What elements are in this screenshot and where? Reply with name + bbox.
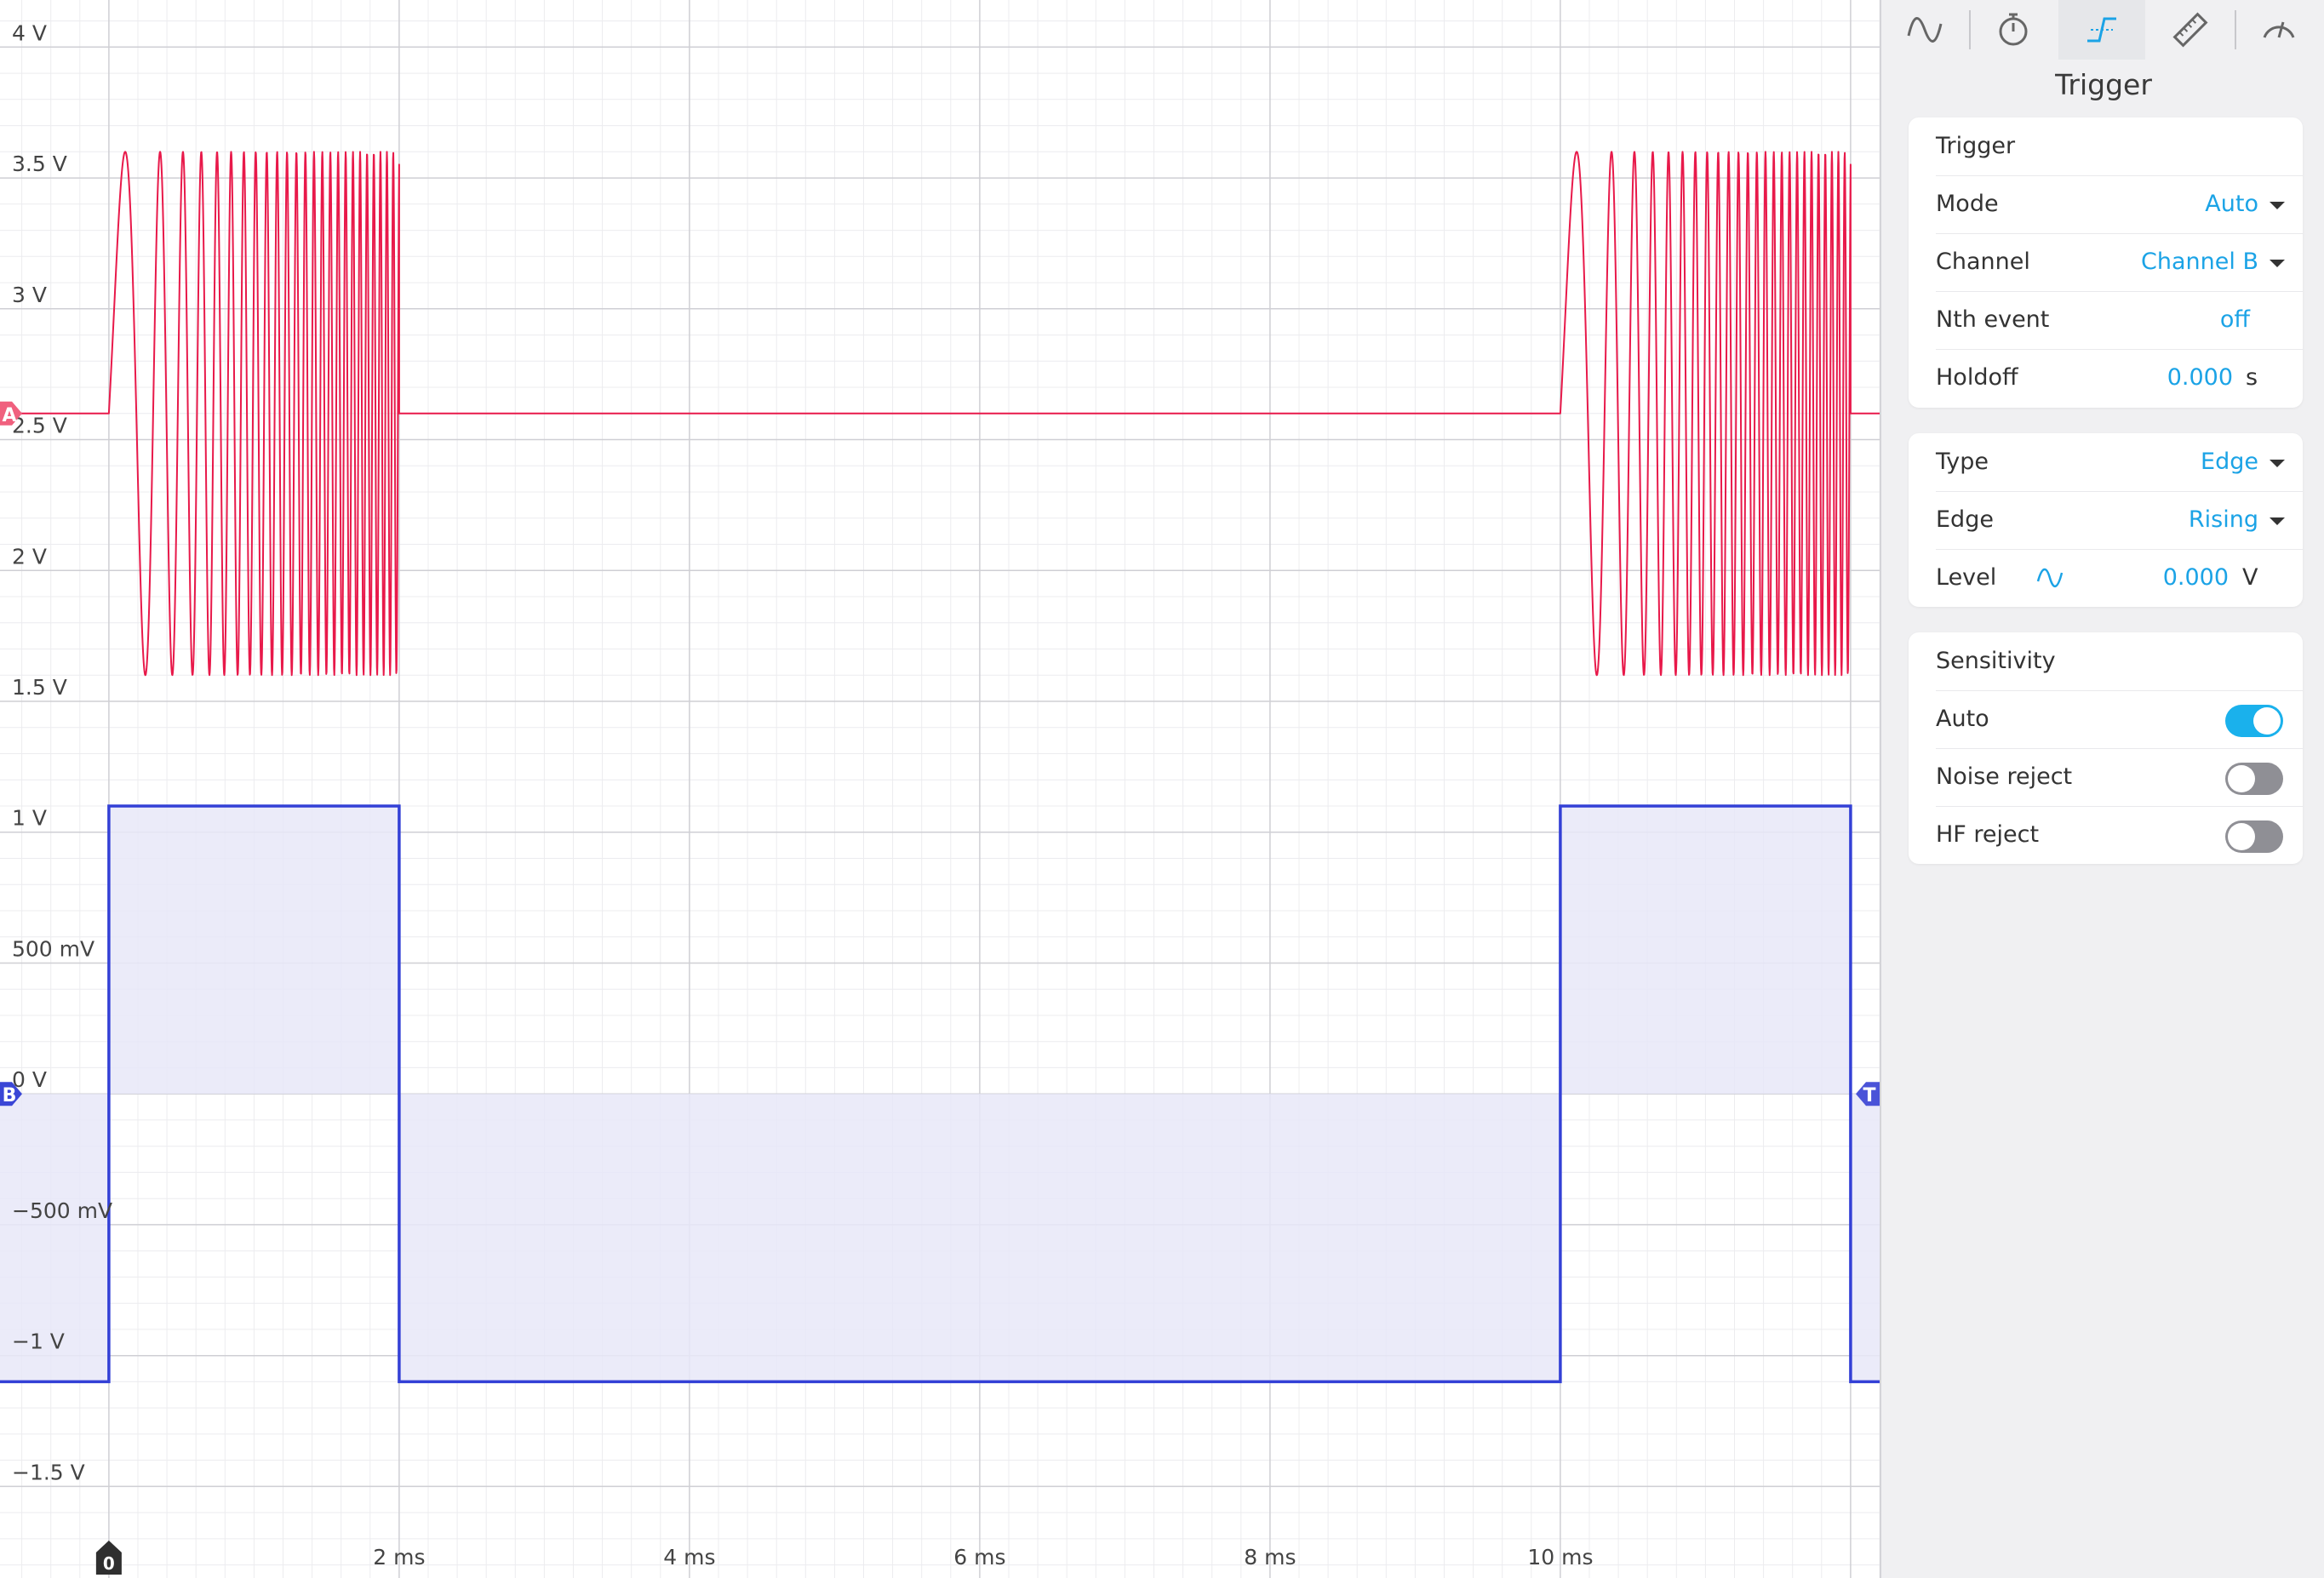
channel-b-fill-segment bbox=[398, 1094, 1560, 1382]
mode-dropdown[interactable]: Auto bbox=[2205, 175, 2258, 233]
nth-event-value[interactable]: off bbox=[2220, 291, 2250, 349]
hf-reject-label: HF reject bbox=[1936, 821, 2040, 848]
tab-trigger[interactable] bbox=[2058, 0, 2145, 60]
edge-label: Edge bbox=[1936, 506, 1994, 533]
level-unit: V bbox=[2242, 564, 2258, 591]
scope-plot-area[interactable]: 4 V 3.5 V3 V 2.5 V2 V 1.5 V1 V 500 mV 0 V −500… bbox=[0, 0, 1880, 1578]
type-label: Type bbox=[1936, 449, 1989, 475]
edge-dropdown[interactable]: Rising bbox=[2189, 491, 2258, 549]
channel-dropdown[interactable]: Channel B bbox=[2141, 233, 2258, 291]
waveform-icon bbox=[1907, 17, 1943, 43]
type-dropdown[interactable]: Edge bbox=[2201, 433, 2258, 491]
y-tick-label: 1.5 V bbox=[12, 675, 67, 700]
hf-reject-row: HF reject bbox=[1909, 806, 2303, 864]
noise-reject-row: Noise reject bbox=[1909, 748, 2303, 806]
caret-down-icon bbox=[2270, 460, 2285, 467]
holdoff-unit: s bbox=[2246, 364, 2258, 391]
channel-a-marker-label: A bbox=[2, 405, 16, 426]
ruler-icon bbox=[2172, 12, 2208, 48]
auto-row: Auto bbox=[1909, 690, 2303, 748]
x-tick-label: 8 ms bbox=[1244, 1545, 1296, 1569]
oscilloscope-chart[interactable]: 4 V3.5 V3 V2.5 V2 V1.5 V1 V500 mV0 V−500… bbox=[0, 0, 1880, 1578]
level-input[interactable]: 0.000 bbox=[2163, 549, 2229, 607]
noise-reject-toggle[interactable] bbox=[2225, 763, 2283, 795]
caret-down-icon bbox=[2270, 260, 2285, 267]
sensitivity-card: Sensitivity Auto Noise reject HF reject bbox=[1909, 632, 2303, 864]
y-tick-label: 2.5 V bbox=[12, 414, 67, 438]
y-tick-label: 2 V bbox=[12, 544, 47, 569]
y-tick-label: −1 V bbox=[12, 1329, 65, 1354]
mode-row[interactable]: Mode Auto bbox=[1909, 175, 2303, 233]
trigger-edge-icon bbox=[2087, 17, 2116, 43]
channel-b-marker-label: B bbox=[3, 1085, 17, 1106]
mode-label: Mode bbox=[1936, 191, 1999, 217]
time-zero-marker-label: 0 bbox=[103, 1553, 115, 1574]
edge-row[interactable]: Edge Rising bbox=[1909, 491, 2303, 549]
level-row[interactable]: Level 0.000 V bbox=[1909, 549, 2303, 607]
type-row[interactable]: Type Edge bbox=[1909, 433, 2303, 491]
channel-b-fill-segment bbox=[1560, 806, 1851, 1095]
x-tick-label: 2 ms bbox=[373, 1545, 425, 1569]
y-tick-label: 3 V bbox=[12, 283, 47, 307]
x-tick-label: 4 ms bbox=[663, 1545, 715, 1569]
caret-down-icon bbox=[2270, 517, 2285, 525]
holdoff-input[interactable]: 0.000 bbox=[2167, 349, 2233, 407]
caret-down-icon bbox=[2270, 202, 2285, 209]
tab-timing[interactable] bbox=[1970, 0, 2057, 60]
nth-event-label: Nth event bbox=[1936, 306, 2050, 333]
level-label: Level bbox=[1936, 564, 1997, 591]
sensitivity-heading: Sensitivity bbox=[1936, 648, 2056, 674]
panel-title: Trigger bbox=[2055, 68, 2152, 101]
trigger-type-card: Type Edge Edge Rising Level 0.000 V bbox=[1909, 433, 2303, 607]
hf-reject-toggle[interactable] bbox=[2225, 820, 2283, 853]
trigger-marker-label: T bbox=[1863, 1085, 1875, 1106]
auto-toggle[interactable] bbox=[2225, 705, 2283, 737]
y-tick-label: 500 mV bbox=[12, 937, 94, 962]
trigger-card-heading: Trigger bbox=[1936, 133, 2016, 159]
channel-b-fill-segment bbox=[1850, 1094, 1880, 1382]
holdoff-row[interactable]: Holdoff 0.000 s bbox=[1909, 349, 2303, 407]
y-tick-label: −500 mV bbox=[12, 1198, 112, 1223]
stopwatch-icon bbox=[1999, 13, 2028, 46]
nth-event-row[interactable]: Nth event off bbox=[1909, 291, 2303, 349]
gauge-icon bbox=[2263, 21, 2295, 38]
tool-tab-bar bbox=[1881, 0, 2324, 60]
auto-label: Auto bbox=[1936, 706, 1989, 732]
tab-measure[interactable] bbox=[2147, 0, 2234, 60]
x-tick-label: 6 ms bbox=[953, 1545, 1005, 1569]
channel-b-fill-segment bbox=[108, 806, 399, 1095]
tab-waveform[interactable] bbox=[1881, 0, 1968, 60]
holdoff-label: Holdoff bbox=[1936, 364, 2018, 391]
x-tick-label: 10 ms bbox=[1527, 1545, 1593, 1569]
y-tick-label: 3.5 V bbox=[12, 152, 67, 176]
noise-reject-label: Noise reject bbox=[1936, 763, 2073, 790]
channel-label: Channel bbox=[1936, 249, 2030, 275]
trigger-settings-card: Trigger Mode Auto Channel Channel B Nth … bbox=[1909, 117, 2303, 408]
y-tick-label: 1 V bbox=[12, 806, 47, 831]
y-tick-label: −1.5 V bbox=[12, 1460, 85, 1484]
y-tick-label: 4 V bbox=[12, 20, 47, 45]
level-wave-icon[interactable] bbox=[2036, 564, 2064, 592]
channel-row[interactable]: Channel Channel B bbox=[1909, 233, 2303, 291]
tab-meter[interactable] bbox=[2235, 0, 2322, 60]
trigger-panel: Trigger Trigger Mode Auto Channel Channe… bbox=[1880, 0, 2324, 1578]
